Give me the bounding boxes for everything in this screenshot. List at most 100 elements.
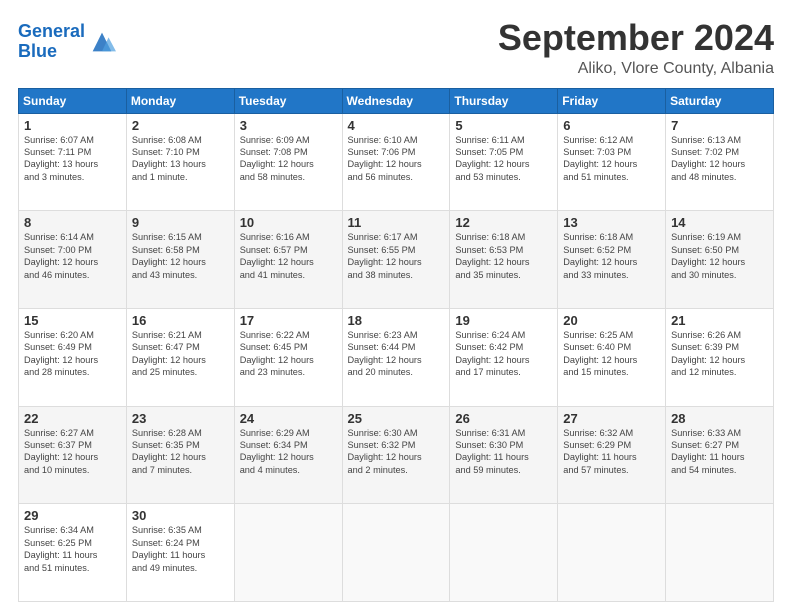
- calendar-cell: 12Sunrise: 6:18 AM Sunset: 6:53 PM Dayli…: [450, 211, 558, 309]
- day-info: Sunrise: 6:30 AM Sunset: 6:32 PM Dayligh…: [348, 427, 445, 477]
- day-info: Sunrise: 6:28 AM Sunset: 6:35 PM Dayligh…: [132, 427, 229, 477]
- day-number: 19: [455, 313, 552, 328]
- calendar-cell: 19Sunrise: 6:24 AM Sunset: 6:42 PM Dayli…: [450, 308, 558, 406]
- day-number: 12: [455, 215, 552, 230]
- day-info: Sunrise: 6:35 AM Sunset: 6:24 PM Dayligh…: [132, 524, 229, 574]
- day-number: 9: [132, 215, 229, 230]
- calendar-cell: 18Sunrise: 6:23 AM Sunset: 6:44 PM Dayli…: [342, 308, 450, 406]
- day-number: 18: [348, 313, 445, 328]
- day-number: 20: [563, 313, 660, 328]
- calendar-cell: [666, 504, 774, 602]
- day-number: 16: [132, 313, 229, 328]
- calendar-cell: 26Sunrise: 6:31 AM Sunset: 6:30 PM Dayli…: [450, 406, 558, 504]
- day-number: 17: [240, 313, 337, 328]
- day-number: 13: [563, 215, 660, 230]
- day-number: 30: [132, 508, 229, 523]
- calendar-cell: 8Sunrise: 6:14 AM Sunset: 7:00 PM Daylig…: [19, 211, 127, 309]
- day-info: Sunrise: 6:32 AM Sunset: 6:29 PM Dayligh…: [563, 427, 660, 477]
- calendar-cell: 24Sunrise: 6:29 AM Sunset: 6:34 PM Dayli…: [234, 406, 342, 504]
- logo: General Blue: [18, 22, 116, 62]
- day-info: Sunrise: 6:13 AM Sunset: 7:02 PM Dayligh…: [671, 134, 768, 184]
- day-info: Sunrise: 6:18 AM Sunset: 6:53 PM Dayligh…: [455, 231, 552, 281]
- calendar-cell: 7Sunrise: 6:13 AM Sunset: 7:02 PM Daylig…: [666, 113, 774, 211]
- day-info: Sunrise: 6:07 AM Sunset: 7:11 PM Dayligh…: [24, 134, 121, 184]
- day-number: 14: [671, 215, 768, 230]
- day-number: 24: [240, 411, 337, 426]
- location-title: Aliko, Vlore County, Albania: [498, 60, 774, 78]
- day-number: 21: [671, 313, 768, 328]
- day-info: Sunrise: 6:23 AM Sunset: 6:44 PM Dayligh…: [348, 329, 445, 379]
- calendar-cell: [234, 504, 342, 602]
- calendar-cell: [342, 504, 450, 602]
- day-number: 2: [132, 118, 229, 133]
- day-number: 22: [24, 411, 121, 426]
- calendar-cell: [450, 504, 558, 602]
- day-info: Sunrise: 6:17 AM Sunset: 6:55 PM Dayligh…: [348, 231, 445, 281]
- day-info: Sunrise: 6:33 AM Sunset: 6:27 PM Dayligh…: [671, 427, 768, 477]
- weekday-header: Friday: [558, 88, 666, 113]
- title-block: September 2024 Aliko, Vlore County, Alba…: [498, 18, 774, 78]
- calendar-cell: [558, 504, 666, 602]
- day-info: Sunrise: 6:25 AM Sunset: 6:40 PM Dayligh…: [563, 329, 660, 379]
- day-info: Sunrise: 6:29 AM Sunset: 6:34 PM Dayligh…: [240, 427, 337, 477]
- calendar-cell: 22Sunrise: 6:27 AM Sunset: 6:37 PM Dayli…: [19, 406, 127, 504]
- day-number: 15: [24, 313, 121, 328]
- day-info: Sunrise: 6:11 AM Sunset: 7:05 PM Dayligh…: [455, 134, 552, 184]
- logo-icon: [88, 28, 116, 56]
- day-number: 27: [563, 411, 660, 426]
- day-number: 26: [455, 411, 552, 426]
- day-number: 11: [348, 215, 445, 230]
- calendar-cell: 27Sunrise: 6:32 AM Sunset: 6:29 PM Dayli…: [558, 406, 666, 504]
- day-number: 6: [563, 118, 660, 133]
- day-number: 25: [348, 411, 445, 426]
- day-info: Sunrise: 6:31 AM Sunset: 6:30 PM Dayligh…: [455, 427, 552, 477]
- day-info: Sunrise: 6:19 AM Sunset: 6:50 PM Dayligh…: [671, 231, 768, 281]
- calendar-cell: 1Sunrise: 6:07 AM Sunset: 7:11 PM Daylig…: [19, 113, 127, 211]
- day-info: Sunrise: 6:12 AM Sunset: 7:03 PM Dayligh…: [563, 134, 660, 184]
- weekday-header: Wednesday: [342, 88, 450, 113]
- day-info: Sunrise: 6:21 AM Sunset: 6:47 PM Dayligh…: [132, 329, 229, 379]
- day-number: 1: [24, 118, 121, 133]
- day-number: 7: [671, 118, 768, 133]
- logo-blue: Blue: [18, 42, 85, 62]
- calendar-cell: 16Sunrise: 6:21 AM Sunset: 6:47 PM Dayli…: [126, 308, 234, 406]
- calendar-cell: 11Sunrise: 6:17 AM Sunset: 6:55 PM Dayli…: [342, 211, 450, 309]
- logo-general: General: [18, 21, 85, 41]
- day-info: Sunrise: 6:22 AM Sunset: 6:45 PM Dayligh…: [240, 329, 337, 379]
- calendar-cell: 6Sunrise: 6:12 AM Sunset: 7:03 PM Daylig…: [558, 113, 666, 211]
- calendar-cell: 14Sunrise: 6:19 AM Sunset: 6:50 PM Dayli…: [666, 211, 774, 309]
- day-info: Sunrise: 6:10 AM Sunset: 7:06 PM Dayligh…: [348, 134, 445, 184]
- calendar-cell: 21Sunrise: 6:26 AM Sunset: 6:39 PM Dayli…: [666, 308, 774, 406]
- day-info: Sunrise: 6:15 AM Sunset: 6:58 PM Dayligh…: [132, 231, 229, 281]
- day-info: Sunrise: 6:08 AM Sunset: 7:10 PM Dayligh…: [132, 134, 229, 184]
- calendar-cell: 30Sunrise: 6:35 AM Sunset: 6:24 PM Dayli…: [126, 504, 234, 602]
- weekday-header: Tuesday: [234, 88, 342, 113]
- day-info: Sunrise: 6:16 AM Sunset: 6:57 PM Dayligh…: [240, 231, 337, 281]
- calendar-cell: 29Sunrise: 6:34 AM Sunset: 6:25 PM Dayli…: [19, 504, 127, 602]
- page: General Blue September 2024 Aliko, Vlore…: [0, 0, 792, 612]
- day-info: Sunrise: 6:09 AM Sunset: 7:08 PM Dayligh…: [240, 134, 337, 184]
- calendar-cell: 2Sunrise: 6:08 AM Sunset: 7:10 PM Daylig…: [126, 113, 234, 211]
- calendar-cell: 15Sunrise: 6:20 AM Sunset: 6:49 PM Dayli…: [19, 308, 127, 406]
- calendar-table: SundayMondayTuesdayWednesdayThursdayFrid…: [18, 88, 774, 602]
- day-number: 5: [455, 118, 552, 133]
- day-number: 10: [240, 215, 337, 230]
- calendar-cell: 13Sunrise: 6:18 AM Sunset: 6:52 PM Dayli…: [558, 211, 666, 309]
- calendar-cell: 10Sunrise: 6:16 AM Sunset: 6:57 PM Dayli…: [234, 211, 342, 309]
- calendar-cell: 28Sunrise: 6:33 AM Sunset: 6:27 PM Dayli…: [666, 406, 774, 504]
- logo-blue-text: Blue: [18, 41, 57, 61]
- calendar-cell: 20Sunrise: 6:25 AM Sunset: 6:40 PM Dayli…: [558, 308, 666, 406]
- day-info: Sunrise: 6:18 AM Sunset: 6:52 PM Dayligh…: [563, 231, 660, 281]
- month-title: September 2024: [498, 18, 774, 58]
- day-number: 3: [240, 118, 337, 133]
- day-info: Sunrise: 6:14 AM Sunset: 7:00 PM Dayligh…: [24, 231, 121, 281]
- weekday-header: Thursday: [450, 88, 558, 113]
- day-info: Sunrise: 6:20 AM Sunset: 6:49 PM Dayligh…: [24, 329, 121, 379]
- weekday-header: Sunday: [19, 88, 127, 113]
- weekday-header: Saturday: [666, 88, 774, 113]
- day-info: Sunrise: 6:26 AM Sunset: 6:39 PM Dayligh…: [671, 329, 768, 379]
- header: General Blue September 2024 Aliko, Vlore…: [18, 18, 774, 78]
- weekday-header: Monday: [126, 88, 234, 113]
- calendar-cell: 23Sunrise: 6:28 AM Sunset: 6:35 PM Dayli…: [126, 406, 234, 504]
- calendar-cell: 9Sunrise: 6:15 AM Sunset: 6:58 PM Daylig…: [126, 211, 234, 309]
